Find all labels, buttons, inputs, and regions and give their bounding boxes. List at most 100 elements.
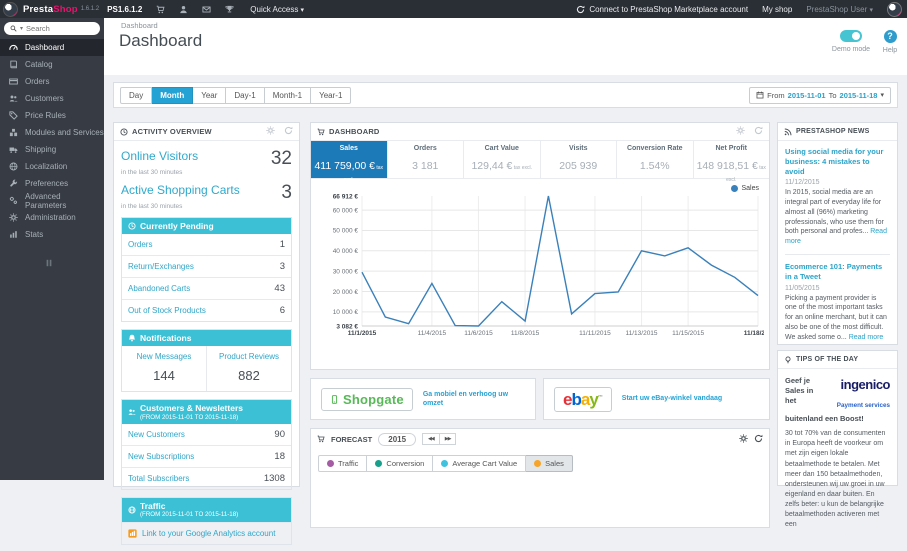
gear-icon[interactable] bbox=[266, 126, 275, 137]
trophy-icon[interactable] bbox=[225, 5, 234, 14]
sidebar-item-price-rules[interactable]: Price Rules bbox=[0, 107, 104, 124]
kpi-value: 205 939 bbox=[559, 160, 598, 172]
kpi-tile-visits[interactable]: Visits 205 939 bbox=[541, 141, 617, 178]
sidebar-item-orders[interactable]: Orders bbox=[0, 73, 104, 90]
user-menu[interactable]: PrestaShop User ▾ bbox=[806, 5, 873, 14]
sidebar-item-stats[interactable]: Stats bbox=[0, 226, 104, 243]
pending-row: Abandoned Carts 43 bbox=[122, 277, 291, 299]
next-year-button[interactable]: ▶▶ bbox=[439, 433, 457, 445]
notification-label[interactable]: New Messages bbox=[124, 352, 204, 361]
customers-row: Total Subscribers 1308 bbox=[122, 467, 291, 489]
sidebar-item-modules-and-services[interactable]: Modules and Services bbox=[0, 124, 104, 141]
kpi-value: 1.54% bbox=[639, 160, 670, 172]
legend-dot bbox=[534, 460, 542, 467]
read-more-link[interactable]: Read more bbox=[849, 334, 884, 341]
breadcrumb: Dashboard bbox=[121, 21, 158, 30]
google-analytics-icon bbox=[128, 529, 137, 538]
svg-text:11/13/2015: 11/13/2015 bbox=[625, 330, 657, 337]
online-visitors-link[interactable]: Online Visitors bbox=[121, 149, 198, 163]
pending-row: Out of Stock Products 6 bbox=[122, 299, 291, 321]
sidebar-search[interactable]: ▾ bbox=[4, 22, 100, 35]
refresh-icon[interactable] bbox=[754, 126, 763, 137]
sidebar-item-localization[interactable]: Localization bbox=[0, 158, 104, 175]
pending-label[interactable]: Orders bbox=[128, 240, 152, 249]
customers-label[interactable]: New Subscriptions bbox=[128, 452, 194, 461]
refresh-icon[interactable] bbox=[284, 126, 293, 137]
search-input[interactable] bbox=[26, 24, 85, 33]
forecast-legend: Traffic Conversion Average Cart Value Sales bbox=[311, 449, 769, 478]
shopgate-link[interactable]: Ga mobiel en verhoog uw omzet bbox=[423, 390, 525, 408]
forecast-legend-average-cart-value[interactable]: Average Cart Value bbox=[433, 455, 527, 472]
my-shop-link[interactable]: My shop bbox=[762, 5, 792, 14]
pending-row: Return/Exchanges 3 bbox=[122, 255, 291, 277]
kpi-value: 3 181 bbox=[412, 160, 439, 172]
kpi-tile-orders[interactable]: Orders 3 181 bbox=[388, 141, 464, 178]
range-button-year[interactable]: Year bbox=[193, 86, 227, 104]
pending-label[interactable]: Return/Exchanges bbox=[128, 262, 194, 271]
svg-text:11/1/2015: 11/1/2015 bbox=[348, 330, 377, 337]
svg-text:11/11/2015: 11/11/2015 bbox=[579, 330, 611, 337]
legend-dot bbox=[375, 460, 383, 467]
messages-icon[interactable] bbox=[202, 5, 211, 14]
sidebar-item-preferences[interactable]: Preferences bbox=[0, 175, 104, 192]
tips-of-the-day-panel: TIPS OF THE DAY ingenico Payment service… bbox=[777, 350, 898, 528]
notification-label[interactable]: Product Reviews bbox=[209, 352, 289, 361]
forecast-legend-sales[interactable]: Sales bbox=[526, 455, 573, 472]
range-button-day-1[interactable]: Day-1 bbox=[226, 86, 265, 104]
ebay-link[interactable]: Start uw eBay-winkel vandaag bbox=[622, 394, 722, 403]
collapse-menu-icon[interactable] bbox=[44, 255, 54, 273]
date-range-picker[interactable]: From 2015-11-01 To 2015-11-18 ▾ bbox=[749, 86, 891, 104]
news-body: In 2015, social media are an integral pa… bbox=[785, 189, 887, 246]
avatar[interactable] bbox=[887, 1, 902, 17]
sidebar-item-customers[interactable]: Customers bbox=[0, 90, 104, 107]
gear-icon[interactable] bbox=[739, 434, 748, 445]
ingenico-logo[interactable]: ingenico Payment services bbox=[824, 376, 891, 412]
traffic-table: Traffic (FROM 2015-11-01 TO 2015-11-18) L… bbox=[121, 497, 292, 545]
range-button-day[interactable]: Day bbox=[120, 86, 153, 104]
google-analytics-link[interactable]: Link to your Google Analytics account bbox=[142, 529, 275, 538]
legend-dot bbox=[441, 460, 449, 467]
help-icon[interactable]: ? bbox=[883, 30, 897, 43]
range-button-month-1[interactable]: Month-1 bbox=[264, 86, 312, 104]
forecast-legend-conversion[interactable]: Conversion bbox=[367, 455, 434, 472]
marketplace-link[interactable]: Connect to PrestaShop Marketplace accoun… bbox=[576, 5, 748, 14]
customers-value: 90 bbox=[274, 429, 285, 440]
news-title[interactable]: Using social media for your business: 4 … bbox=[785, 147, 890, 176]
pending-label[interactable]: Out of Stock Products bbox=[128, 306, 206, 315]
previous-year-button[interactable]: ◀◀ bbox=[422, 433, 440, 445]
forecast-legend-traffic[interactable]: Traffic bbox=[318, 455, 368, 472]
customers-icon[interactable] bbox=[179, 5, 188, 14]
range-button-month[interactable]: Month bbox=[152, 86, 194, 104]
range-button-year-1[interactable]: Year-1 bbox=[311, 86, 352, 104]
active-carts-link[interactable]: Active Shopping Carts bbox=[121, 183, 240, 197]
sidebar-item-administration[interactable]: Administration bbox=[0, 209, 104, 226]
demo-mode-toggle[interactable] bbox=[840, 30, 862, 42]
read-more-link[interactable]: Read more bbox=[785, 228, 887, 245]
news-body: Picking a payment provider is one of the… bbox=[785, 294, 887, 341]
svg-text:66 912 €: 66 912 € bbox=[333, 193, 359, 200]
sidebar-item-label: Customers bbox=[25, 94, 64, 103]
svg-text:50 000 €: 50 000 € bbox=[333, 228, 359, 235]
dashboard-panel: DASHBOARD Sales 411 759,00 € tax excl. Ord… bbox=[310, 122, 773, 370]
kpi-tile-sales[interactable]: Sales 411 759,00 € tax excl. bbox=[311, 141, 388, 183]
forecast-year[interactable]: 2015 bbox=[378, 432, 417, 446]
kpi-row: Sales 411 759,00 € tax excl. Orders 3 181 Ca… bbox=[311, 141, 770, 183]
gear-icon[interactable] bbox=[736, 126, 745, 137]
kpi-tile-conversion-rate[interactable]: Conversion Rate 1.54% bbox=[617, 141, 694, 178]
sidebar-item-advanced-parameters[interactable]: Advanced Parameters bbox=[0, 191, 104, 210]
sidebar-item-shipping[interactable]: Shipping bbox=[0, 141, 104, 158]
sidebar-item-dashboard[interactable]: Dashboard bbox=[0, 39, 104, 56]
pending-label[interactable]: Abandoned Carts bbox=[128, 284, 190, 293]
customers-label[interactable]: New Customers bbox=[128, 430, 185, 439]
sidebar-item-label: Advanced Parameters bbox=[25, 191, 67, 210]
sales-chart: 66 912 € 60 000 € 50 000 € 40 000 € 30 000 €… bbox=[318, 183, 773, 347]
cart-icon[interactable] bbox=[156, 5, 165, 14]
news-title[interactable]: Ecommerce 101: Payments in a Tweet bbox=[785, 262, 890, 282]
kpi-tile-net-profit[interactable]: Net Profit 148 918,51 € tax excl. bbox=[694, 141, 770, 183]
kpi-tile-cart-value[interactable]: Cart Value 129,44 € tax excl. bbox=[464, 141, 541, 178]
prestashop-news-panel: PRESTASHOP NEWS Using social media for y… bbox=[777, 122, 898, 369]
customers-label[interactable]: Total Subscribers bbox=[128, 474, 189, 483]
sidebar-item-catalog[interactable]: Catalog bbox=[0, 56, 104, 73]
refresh-icon[interactable] bbox=[754, 434, 763, 445]
quick-access-menu[interactable]: Quick Access ▾ bbox=[250, 5, 304, 14]
